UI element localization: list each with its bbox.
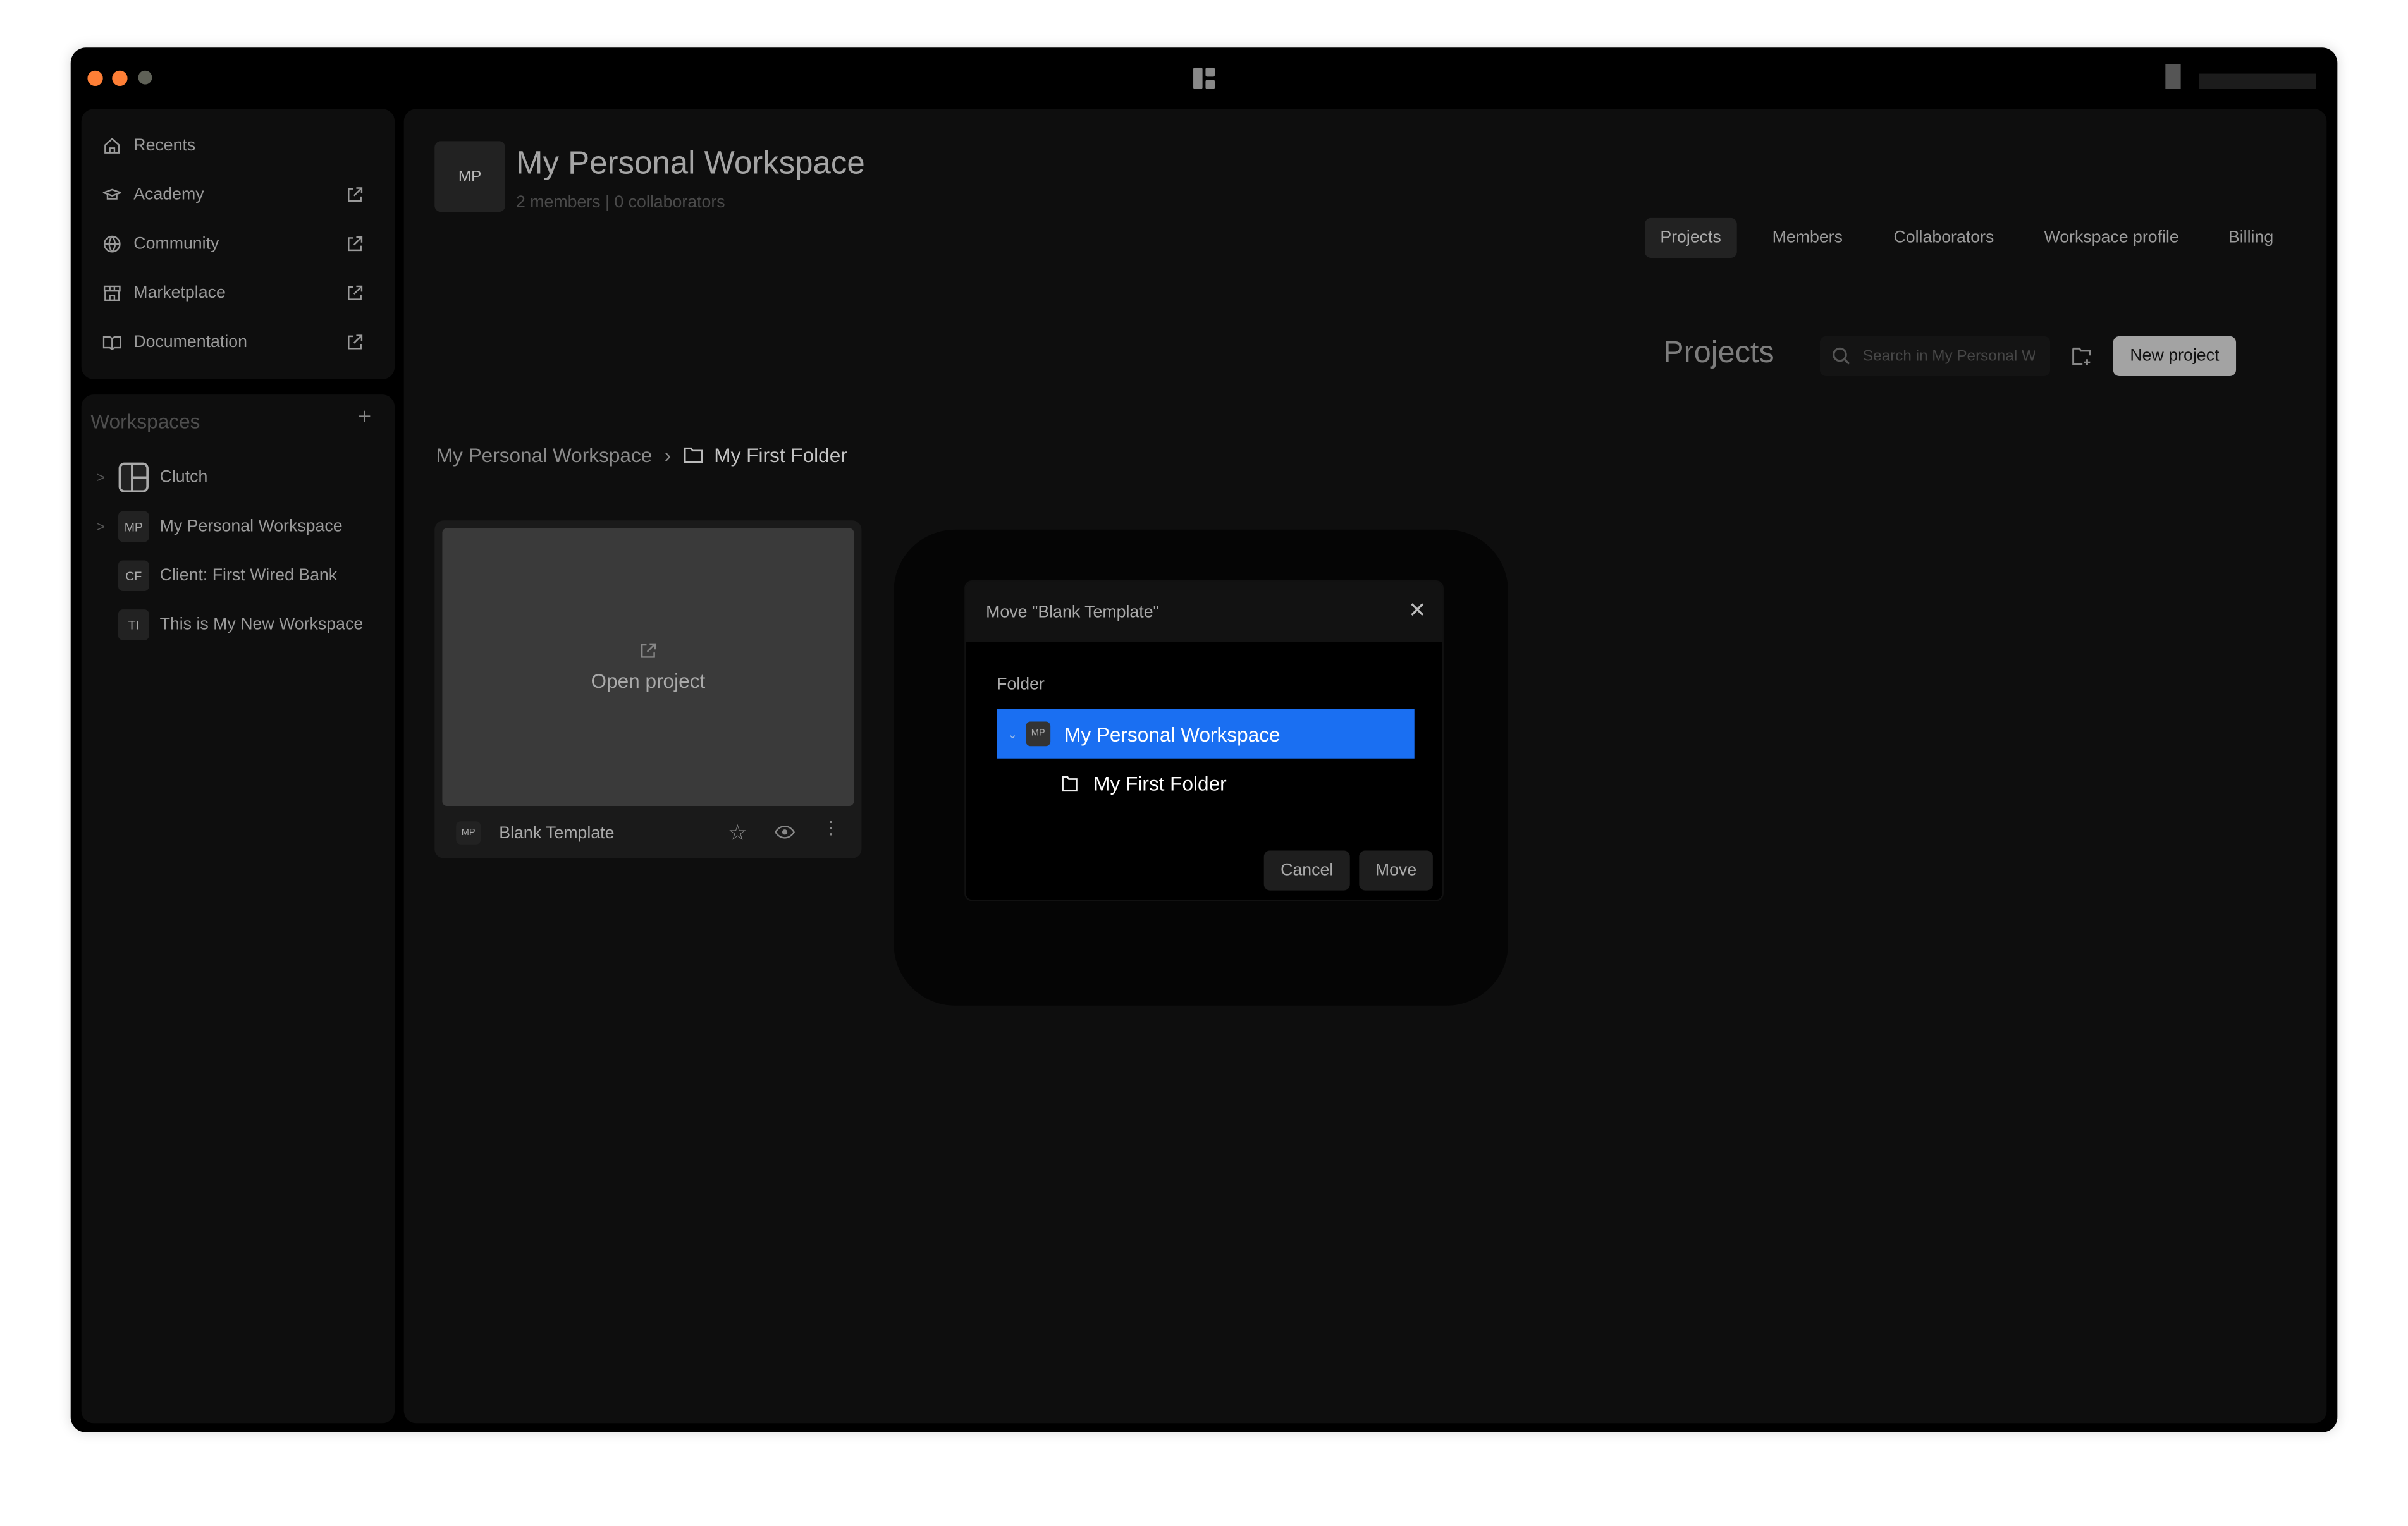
workspace-avatar: MP [434,141,506,212]
sidebar-item-label: Community [133,235,219,253]
eye-icon[interactable] [774,824,796,839]
more-options-icon[interactable]: · · · [828,810,835,843]
sidebar-item-recents[interactable]: Recents [103,130,383,161]
workspace-label: My Personal Workspace [159,517,343,536]
tree-item-label: My Personal Workspace [1064,722,1281,746]
chevron-down-icon[interactable]: ⌄ [1007,727,1026,741]
sidebar-item-label: Marketplace [133,284,226,303]
cancel-button[interactable]: Cancel [1263,850,1350,891]
chevron-right-icon[interactable]: > [97,470,118,485]
page-title: My Personal Workspace [516,145,865,181]
folder-icon [1062,776,1078,792]
sidebar-item-label: Recents [133,137,196,156]
tree-item-label: My First Folder [1093,772,1227,796]
globe-icon [103,235,121,253]
workspace-item-client-first-wired-bank[interactable]: CF Client: First Wired Bank [97,559,337,592]
workspace-badge: MP [118,511,149,542]
external-link-icon [348,334,363,350]
workspace-item-my-personal[interactable]: > MP My Personal Workspace [97,510,343,543]
tab-workspace-profile[interactable]: Workspace profile [2029,218,2194,258]
graduation-cap-icon [102,188,121,200]
breadcrumb-root[interactable]: My Personal Workspace [436,444,653,467]
open-project-button[interactable]: Open project [591,669,705,692]
workspace-label: This is My New Workspace [159,615,364,635]
add-workspace-button[interactable]: + [358,404,371,430]
sidebar-item-label: Academy [133,185,204,205]
project-card[interactable]: Open project MP Blank Template ☆ · · · [434,520,862,858]
workspace-badge: CF [118,560,149,592]
search-icon [1833,347,1850,365]
project-workspace-badge: MP [456,821,481,845]
workspace-item-new-workspace[interactable]: TI This is My New Workspace [97,608,363,642]
user-avatar[interactable] [2165,64,2181,89]
sidebar-item-academy[interactable]: Academy [102,180,383,211]
close-icon[interactable]: ✕ [1408,597,1426,623]
chevron-right-icon: › [664,443,672,467]
external-link-icon [348,285,363,300]
projects-heading: Projects [1663,336,1774,370]
sidebar-item-documentation[interactable]: Documentation [102,327,383,358]
project-name: Blank Template [499,824,615,843]
sidebar-item-marketplace[interactable]: Marketplace [103,278,383,309]
app-window: Recents Academy Community Marketplace Do… [70,47,2338,1432]
workspace-label: Client: First Wired Bank [159,566,338,585]
external-link-icon [348,236,363,252]
move-button[interactable]: Move [1359,850,1433,891]
tab-projects[interactable]: Projects [1645,217,1737,259]
clutch-logo-icon [118,462,149,492]
workspaces-title: Workspaces [90,410,200,433]
external-link-icon [348,187,363,202]
sidebar-item-label: Documentation [133,333,248,352]
store-icon [103,285,121,302]
new-folder-icon[interactable] [2072,345,2093,367]
folder-label: Folder [997,675,1045,694]
search-placeholder: Search in My Personal W [1862,348,2035,365]
workspace-badge: MP [1026,721,1051,747]
new-project-button[interactable]: New project [2113,336,2237,377]
dialog-title: Move "Blank Template" [986,603,1160,622]
breadcrumb: My Personal Workspace › My First Folder [436,444,847,467]
move-dialog: Move "Blank Template" ✕ Folder ⌄ MP My P… [964,580,1444,901]
search-input[interactable]: Search in My Personal W [1819,336,2051,377]
folder-icon [684,447,703,463]
zoom-window-button[interactable] [138,70,152,85]
close-window-button[interactable] [87,70,103,87]
project-thumbnail[interactable]: Open project [442,528,854,807]
tree-item-my-first-folder[interactable]: My First Folder [1061,772,1227,796]
star-icon[interactable]: ☆ [728,820,747,846]
external-link-icon [641,643,656,658]
workspaces-panel: Workspaces + > Clutch > MP My Personal W… [81,394,395,1424]
minimize-window-button[interactable] [112,70,128,87]
sidebar-item-community[interactable]: Community [103,229,383,260]
user-name-redacted [2199,73,2316,89]
workspace-badge: TI [118,609,149,640]
breadcrumb-current: My First Folder [714,443,847,467]
book-icon [102,336,121,350]
workspace-item-clutch[interactable]: > Clutch [97,461,207,494]
tab-collaborators[interactable]: Collaborators [1878,218,2009,258]
workspace-stats: 2 members | 0 collaborators [516,193,725,212]
workspace-label: Clutch [159,468,208,487]
sidebar-nav: Recents Academy Community Marketplace Do… [81,109,395,379]
home-icon [104,138,120,154]
tree-item-my-personal-workspace[interactable]: ⌄ MP My Personal Workspace [997,709,1415,759]
chevron-right-icon[interactable]: > [97,519,118,534]
tab-members[interactable]: Members [1757,218,1858,258]
app-logo-icon [1193,67,1215,89]
tab-billing[interactable]: Billing [2213,218,2289,258]
